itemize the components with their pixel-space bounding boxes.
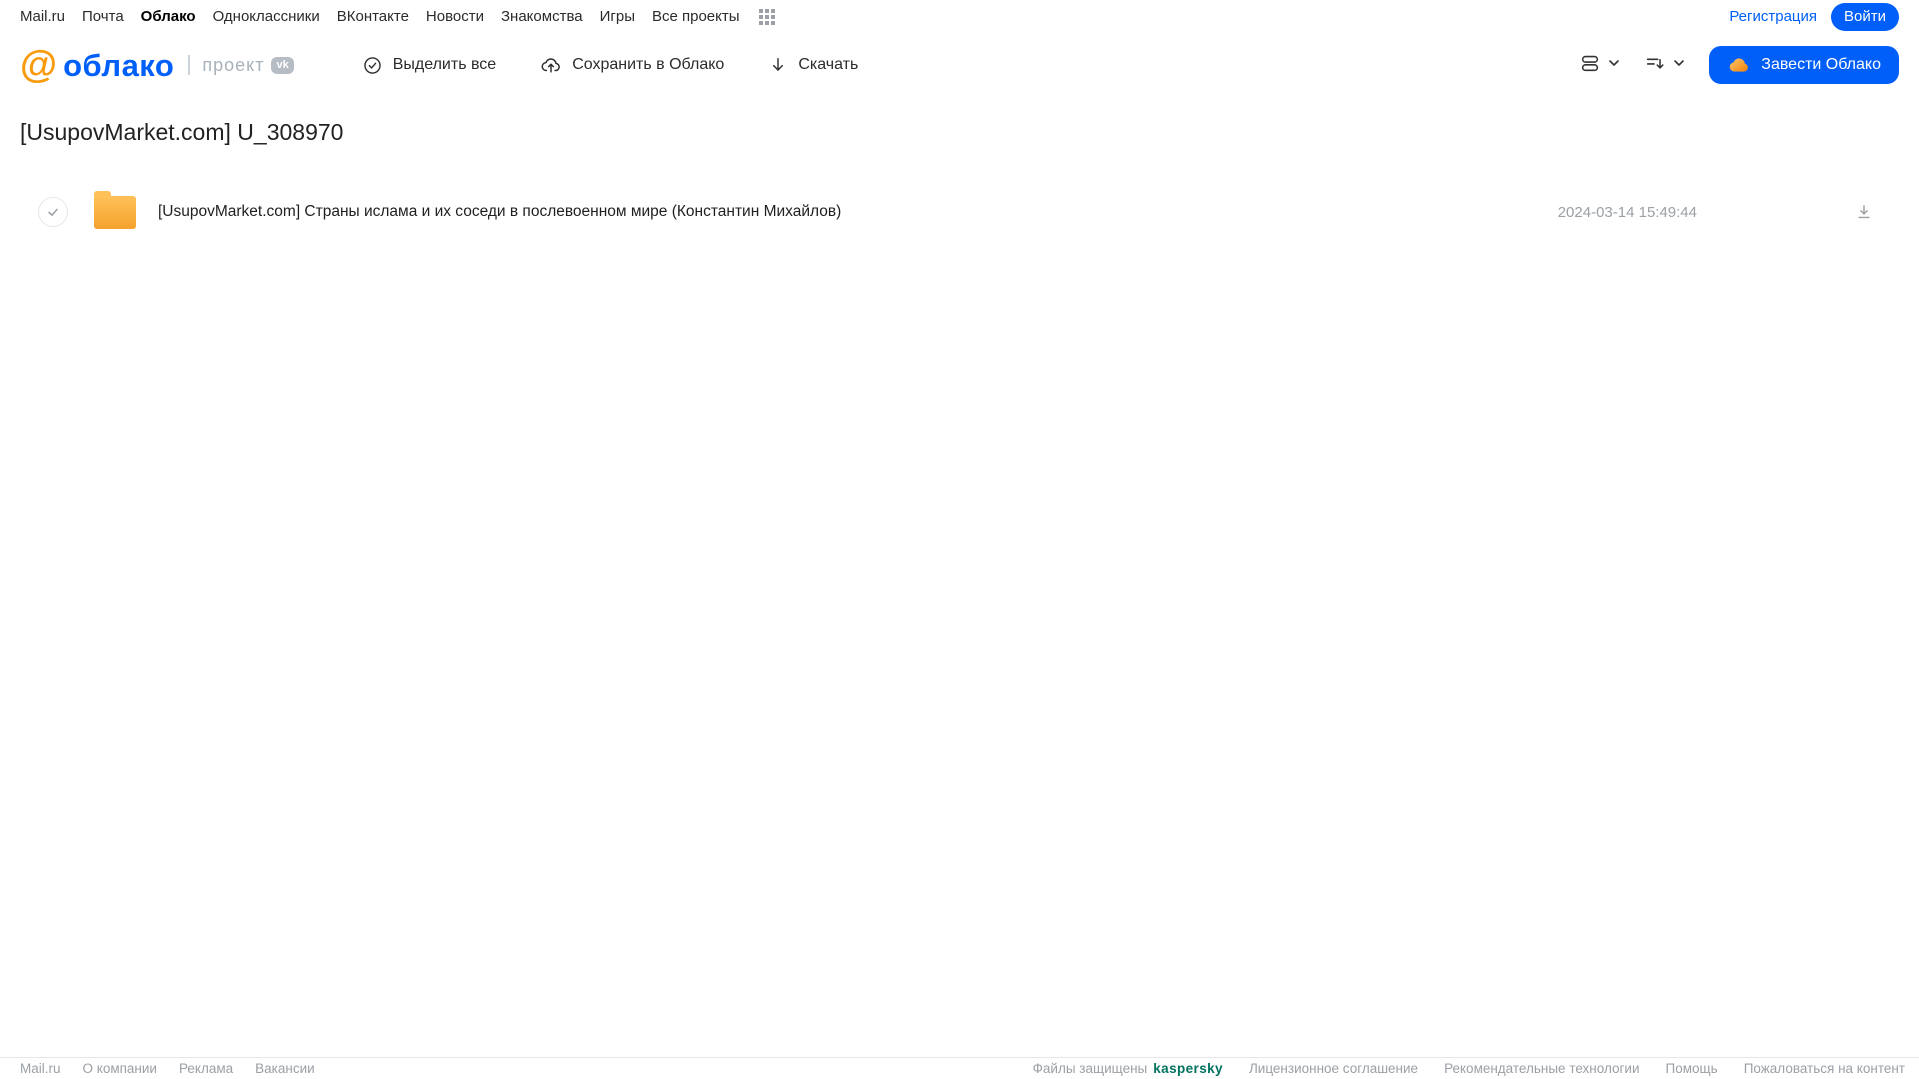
- get-cloud-label: Завести Облако: [1761, 56, 1881, 73]
- nav-link-vkontakte[interactable]: ВКонтакте: [337, 8, 409, 25]
- footer-link-report[interactable]: Пожаловаться на контент: [1744, 1061, 1905, 1076]
- cloud-logo[interactable]: @ облако: [20, 46, 174, 84]
- portal-auth: Регистрация Войти: [1729, 2, 1899, 31]
- vk-badge-icon: vk: [271, 56, 294, 74]
- portal-nav: Mail.ru Почта Облако Одноклассники ВКонт…: [20, 8, 775, 25]
- row-checkbox[interactable]: [38, 197, 68, 227]
- kaspersky-logo[interactable]: kaspersky: [1153, 1061, 1223, 1076]
- save-to-cloud-label: Сохранить в Облако: [572, 56, 725, 73]
- header: @ облако проект vk Выделить все Сохранит…: [0, 35, 1919, 95]
- file-name-link[interactable]: [UsupovMarket.com] Страны ислама и их со…: [158, 203, 841, 221]
- footer-link-about[interactable]: О компании: [83, 1061, 157, 1076]
- registration-link[interactable]: Регистрация: [1729, 8, 1817, 25]
- row-download-icon[interactable]: [1854, 202, 1874, 222]
- chevron-down-icon: [1673, 56, 1685, 74]
- footer-left-links: Mail.ru О компании Реклама Вакансии: [20, 1061, 315, 1076]
- nav-link-games[interactable]: Игры: [600, 8, 635, 25]
- nav-link-cloud[interactable]: Облако: [141, 8, 196, 25]
- nav-link-mail[interactable]: Почта: [82, 8, 124, 25]
- save-to-cloud-button[interactable]: Сохранить в Облако: [540, 54, 724, 76]
- view-mode-control[interactable]: [1579, 52, 1620, 79]
- cloud-icon: [1727, 53, 1751, 77]
- page-title: [UsupovMarket.com] U_308970: [20, 119, 344, 145]
- footer-link-mailru[interactable]: Mail.ru: [20, 1061, 61, 1076]
- footer-link-help[interactable]: Помощь: [1666, 1061, 1718, 1076]
- sort-control[interactable]: [1644, 52, 1685, 79]
- download-arrow-icon: [768, 55, 788, 75]
- nav-link-odnoklassniki[interactable]: Одноклассники: [213, 8, 320, 25]
- download-button[interactable]: Скачать: [768, 55, 858, 75]
- nav-link-mailru[interactable]: Mail.ru: [20, 8, 65, 25]
- nav-link-all-projects[interactable]: Все проекты: [652, 8, 740, 25]
- footer: Mail.ru О компании Реклама Вакансии Файл…: [0, 1057, 1919, 1079]
- file-row[interactable]: [UsupovMarket.com] Страны ислама и их со…: [20, 188, 1899, 236]
- logo-divider: [188, 55, 191, 75]
- header-right-controls: Завести Облако: [1579, 46, 1899, 84]
- project-label: проект vk: [202, 54, 294, 76]
- logo-wordmark: облако: [63, 47, 175, 83]
- footer-link-license[interactable]: Лицензионное соглашение: [1249, 1061, 1418, 1076]
- project-label-text: проект: [202, 54, 265, 75]
- footer-link-recommendations[interactable]: Рекомендательные технологии: [1444, 1061, 1639, 1076]
- sort-icon: [1644, 52, 1666, 79]
- download-label: Скачать: [798, 56, 859, 73]
- footer-link-jobs[interactable]: Вакансии: [255, 1061, 315, 1076]
- protected-label: Файлы защищены: [1032, 1061, 1148, 1076]
- login-button[interactable]: Войти: [1831, 2, 1899, 31]
- file-list: [UsupovMarket.com] Страны ислама и их со…: [20, 188, 1899, 236]
- select-all-label: Выделить все: [392, 56, 497, 73]
- footer-link-ads[interactable]: Реклама: [179, 1061, 233, 1076]
- grid-dots-icon[interactable]: [758, 8, 775, 25]
- view-mode-icon: [1579, 52, 1601, 79]
- folder-icon: [94, 190, 136, 229]
- nav-link-dating[interactable]: Знакомства: [501, 8, 583, 25]
- get-cloud-button[interactable]: Завести Облако: [1709, 46, 1899, 84]
- cloud-upload-icon: [540, 54, 562, 76]
- chevron-down-icon: [1608, 56, 1620, 74]
- check-circle-icon: [362, 55, 383, 76]
- top-portal-bar: Mail.ru Почта Облако Одноклассники ВКонт…: [0, 0, 1919, 33]
- toolbar: Выделить все Сохранить в Облако Скачать: [362, 54, 858, 76]
- mailru-at-icon: @: [20, 44, 58, 86]
- select-all-button[interactable]: Выделить все: [362, 55, 496, 76]
- main-content: [UsupovMarket.com] U_308970 [UsupovMarke…: [0, 119, 1919, 236]
- footer-right-links: Файлы защищены kaspersky Лицензионное со…: [1033, 1061, 1905, 1076]
- nav-link-news[interactable]: Новости: [426, 8, 484, 25]
- files-protected: Файлы защищены kaspersky: [1033, 1061, 1223, 1076]
- file-date: 2024-03-14 15:49:44: [1557, 203, 1697, 221]
